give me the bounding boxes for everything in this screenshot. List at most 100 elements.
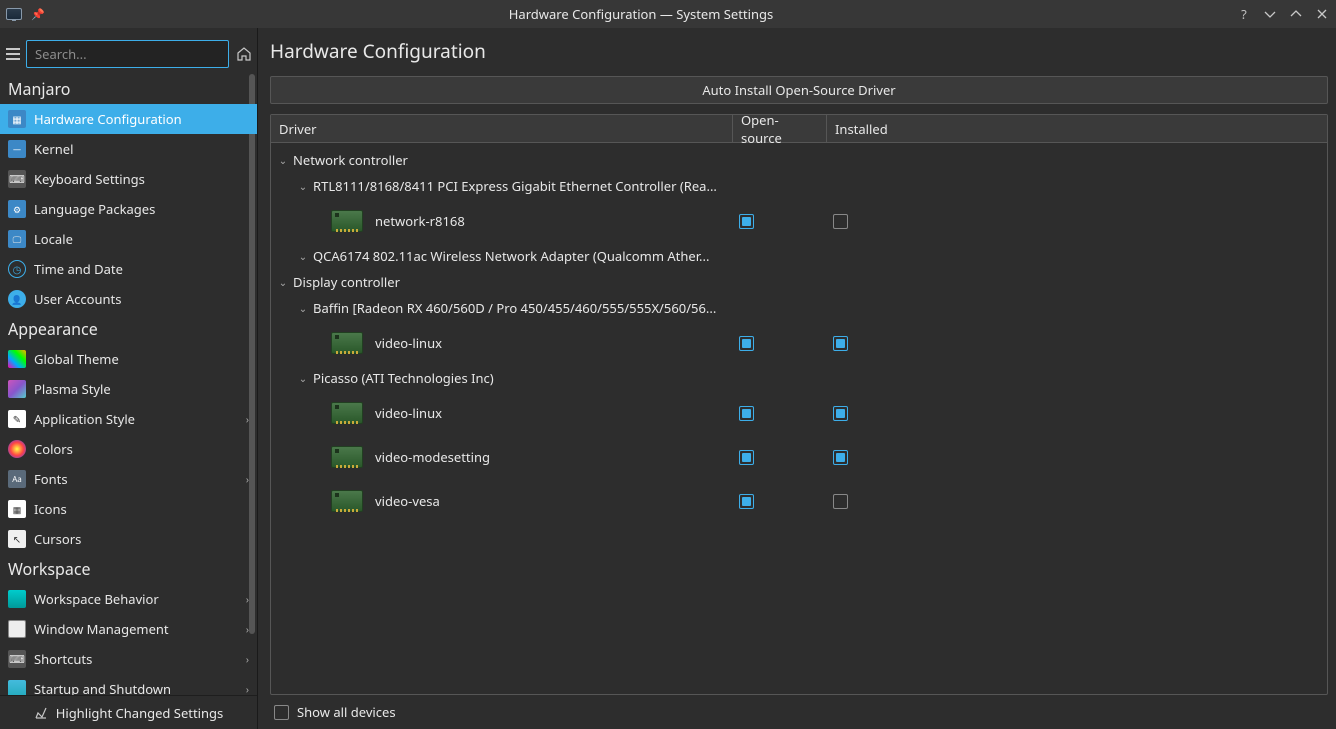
driver-row[interactable]: video-vesa [271,490,733,512]
installed-checkbox[interactable] [833,406,848,421]
sidebar-toolbar [0,34,257,74]
device-row[interactable]: ⌄ QCA6174 802.11ac Wireless Network Adapt… [271,247,733,265]
driver-name: video-vesa [375,492,440,510]
sidebar-item-window-management[interactable]: Window Management› [0,614,257,644]
hw-icon [8,110,26,128]
sidebar-item-time-and-date[interactable]: Time and Date [0,254,257,284]
device-label: Baffin [Radeon RX 460/560D / Pro 450/455… [313,299,716,317]
sidebar-item-label: Keyboard Settings [34,170,249,188]
sidebar-item-label: Window Management [34,620,238,638]
device-row[interactable]: ⌄ RTL8111/8168/8411 PCI Express Gigabit E… [271,177,733,195]
fonts-icon [8,470,26,488]
auto-install-button[interactable]: Auto Install Open-Source Driver [270,76,1328,104]
device-row[interactable]: ⌄ Baffin [Radeon RX 460/560D / Pro 450/45… [271,299,733,317]
driver-name: video-linux [375,334,442,352]
device-label: RTL8111/8168/8411 PCI Express Gigabit Et… [313,177,717,195]
chevron-down-icon[interactable]: ⌄ [297,371,309,385]
window-title: Hardware Configuration — System Settings [46,5,1236,23]
driver-name: network-r8168 [375,212,465,230]
user-icon [8,290,26,308]
minimize-icon[interactable] [1262,6,1278,22]
chevron-right-icon: › [246,592,249,606]
category-row[interactable]: ⌄Display controller [271,273,733,291]
chevron-right-icon: › [246,412,249,426]
sidebar-item-label: Global Theme [34,350,249,368]
device-label: QCA6174 802.11ac Wireless Network Adapte… [313,247,709,265]
maximize-icon[interactable] [1288,6,1304,22]
highlight-changed-button[interactable]: Highlight Changed Settings [0,695,257,729]
pin-icon[interactable]: 📌 [30,6,46,22]
sidebar-item-workspace-behavior[interactable]: Workspace Behavior› [0,584,257,614]
titlebar-left: 📌 [6,6,46,22]
show-all-checkbox[interactable] [274,705,289,720]
chevron-right-icon: › [246,652,249,666]
opensource-checkbox[interactable] [739,214,754,229]
chevron-down-icon[interactable]: ⌄ [277,275,289,289]
sidebar-item-label: Locale [34,230,249,248]
sidebar-item-fonts[interactable]: Fonts› [0,464,257,494]
sidebar-item-colors[interactable]: Colors [0,434,257,464]
sidebar: ManjaroHardware ConfigurationKernelKeybo… [0,28,258,729]
page-title: Hardware Configuration [270,38,1328,64]
chevron-down-icon[interactable]: ⌄ [297,179,309,193]
sidebar-item-label: Language Packages [34,200,249,218]
sidebar-item-locale[interactable]: Locale [0,224,257,254]
kernel-icon [8,140,26,158]
installed-checkbox[interactable] [833,450,848,465]
chevron-down-icon[interactable]: ⌄ [297,249,309,263]
opensource-checkbox[interactable] [739,494,754,509]
ss-icon [8,680,26,695]
sidebar-item-plasma-style[interactable]: Plasma Style [0,374,257,404]
tree-header: Driver Open-source Installed [271,115,1327,143]
category-row[interactable]: ⌄ Network controller [271,151,733,169]
sidebar-item-label: Kernel [34,140,249,158]
help-icon[interactable]: ? [1236,6,1252,22]
show-all-label: Show all devices [297,703,396,721]
hardware-card-icon [331,210,363,232]
home-button[interactable] [235,41,253,67]
opensource-checkbox[interactable] [739,406,754,421]
opensource-checkbox[interactable] [739,450,754,465]
sidebar-item-shortcuts[interactable]: Shortcuts › [0,644,257,674]
installed-checkbox[interactable] [833,336,848,351]
device-label: Picasso (ATI Technologies Inc) [313,369,494,387]
sidebar-item-kernel[interactable]: Kernel [0,134,257,164]
sidebar-item-application-style[interactable]: Application Style› [0,404,257,434]
installed-checkbox[interactable] [833,494,848,509]
installed-checkbox[interactable] [833,214,848,229]
driver-row[interactable]: video-linux [271,332,733,354]
column-opensource[interactable]: Open-source [733,115,827,142]
section-header: Appearance [0,314,257,344]
search-input[interactable] [26,40,229,68]
sidebar-item-label: Shortcuts [34,650,238,668]
tree-body: ⌄ Network controller ⌄ RTL8111/8168/8411 PC… [271,143,1327,694]
sidebar-item-language-packages[interactable]: Language Packages [0,194,257,224]
menu-icon[interactable] [6,43,20,65]
driver-row[interactable]: network-r8168 [271,210,733,232]
sidebar-item-keyboard-settings[interactable]: Keyboard Settings [0,164,257,194]
close-icon[interactable] [1314,6,1330,22]
opensource-checkbox[interactable] [739,336,754,351]
sidebar-item-startup-and-shutdown[interactable]: Startup and Shutdown› [0,674,257,695]
titlebar: 📌 Hardware Configuration — System Settin… [0,0,1336,28]
chevron-down-icon[interactable]: ⌄ [277,153,289,167]
sidebar-item-cursors[interactable]: Cursors [0,524,257,554]
app-icon [6,6,22,22]
sidebar-item-label: Time and Date [34,260,249,278]
column-driver[interactable]: Driver [271,115,733,142]
sidebar-item-label: Colors [34,440,249,458]
column-installed[interactable]: Installed [827,115,1327,142]
device-row[interactable]: ⌄ Picasso (ATI Technologies Inc) [271,369,733,387]
icons-icon [8,500,26,518]
category-label: Network controller [293,151,408,169]
driver-row[interactable]: video-linux [271,402,733,424]
chevron-down-icon[interactable]: ⌄ [297,301,309,315]
driver-row[interactable]: video-modesetting [271,446,733,468]
hardware-card-icon [331,332,363,354]
wsb-icon [8,590,26,608]
sidebar-item-global-theme[interactable]: Global Theme [0,344,257,374]
highlight-changed-label: Highlight Changed Settings [56,704,224,722]
sidebar-item-icons[interactable]: Icons [0,494,257,524]
sidebar-item-hardware-configuration[interactable]: Hardware Configuration [0,104,257,134]
sidebar-item-user-accounts[interactable]: User Accounts [0,284,257,314]
